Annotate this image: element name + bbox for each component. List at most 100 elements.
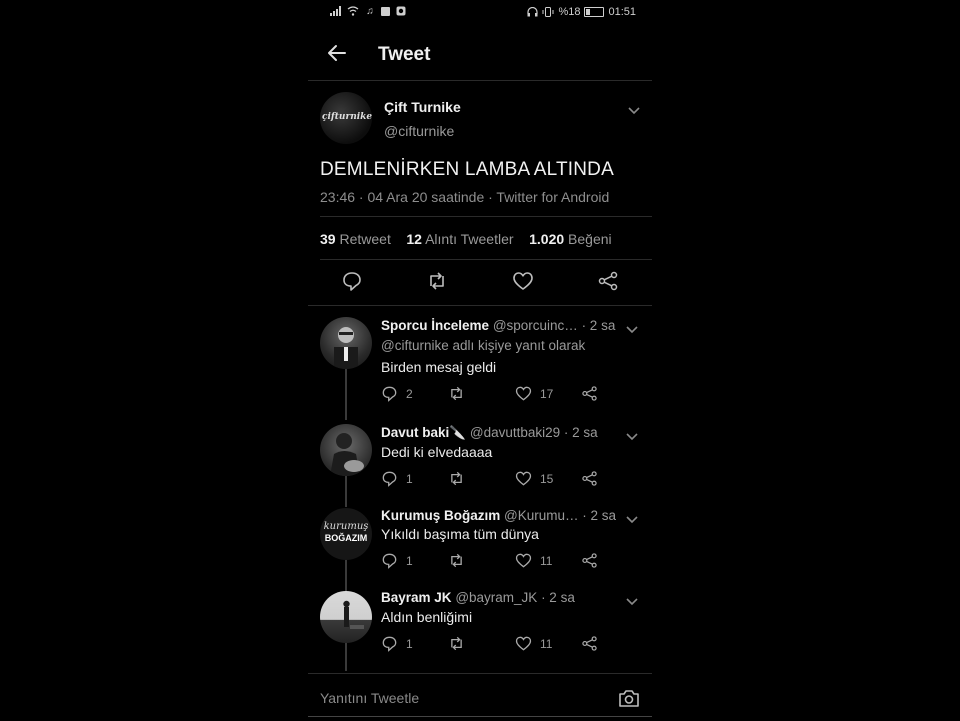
reply-author-handle[interactable]: @sporcuinc…: [493, 318, 578, 333]
reply-author-handle[interactable]: @bayram_JK: [455, 590, 537, 605]
reply-count: 2: [406, 386, 413, 401]
quote-count: 12: [406, 231, 422, 247]
share-button[interactable]: [581, 635, 598, 652]
reply-count: 1: [406, 553, 413, 568]
retweet-count: 39: [320, 231, 336, 247]
top-app-bar: Tweet: [308, 30, 652, 81]
chevron-down-icon[interactable]: [626, 428, 638, 441]
app-screen: ♫ %18 01:51 Tweet çifturnike Çift Turnik…: [308, 0, 652, 720]
chevron-down-icon[interactable]: [626, 593, 638, 606]
like-icon[interactable]: [512, 270, 534, 292]
vibrate-icon: [542, 6, 554, 18]
tweet-timestamp: 23:46 · 04 Ara 20 saatinde · Twitter for…: [320, 189, 610, 205]
chevron-down-icon[interactable]: [626, 321, 638, 334]
back-arrow-icon[interactable]: [326, 42, 348, 64]
reply-author-handle[interactable]: @Kurumu…: [504, 508, 578, 523]
reply-author-handle[interactable]: @davuttbaki29: [470, 425, 560, 440]
clock: 01:51: [608, 6, 636, 18]
reply-input[interactable]: Yanıtını Tweetle: [320, 690, 419, 706]
share-icon: [582, 471, 597, 486]
thread-connector: [345, 368, 347, 420]
reply-text: Birden mesaj geldi: [381, 359, 497, 375]
like-stat[interactable]: 1.020 Beğeni: [529, 231, 612, 247]
avatar-text-bottom: BOĞAZIM: [324, 533, 368, 543]
reply-header: Bayram JK @bayram_JK · 2 sa: [381, 590, 575, 605]
reply-icon: [382, 553, 397, 569]
battery-percent: %18: [558, 6, 581, 18]
reply-author-name[interactable]: Kurumuş Boğazım: [381, 508, 500, 523]
quote-label: Alıntı Tweetler: [425, 231, 514, 247]
reply-avatar[interactable]: [320, 424, 372, 476]
reply-button[interactable]: 1: [381, 552, 413, 569]
camera-icon[interactable]: [618, 688, 640, 708]
author-handle[interactable]: @cifturnike: [384, 123, 454, 139]
status-left-icons: ♫: [330, 6, 407, 17]
like-button[interactable]: 15: [515, 470, 553, 487]
like-button[interactable]: 17: [515, 385, 553, 402]
chevron-down-icon[interactable]: [626, 511, 638, 524]
thread-connector: [345, 643, 347, 671]
reply-header: Davut baki🔪 @davuttbaki29 · 2 sa: [381, 425, 598, 441]
share-button[interactable]: [581, 385, 598, 402]
share-icon: [582, 636, 597, 651]
reply-time: · 2 sa: [582, 508, 617, 523]
retweet-icon: [451, 471, 462, 486]
retweet-label: Retweet: [339, 231, 391, 247]
reply-time: · 2 sa: [581, 318, 616, 333]
reply-button[interactable]: 2: [381, 385, 413, 402]
tweet-stats: 39 Retweet 12 Alıntı Tweetler 1.020 Beğe…: [320, 231, 612, 247]
share-button[interactable]: [581, 552, 598, 569]
reply-avatar[interactable]: [320, 591, 372, 643]
retweet-button[interactable]: [448, 635, 465, 652]
reply-avatar[interactable]: kurumuş BOĞAZIM: [320, 508, 372, 560]
reply-count: 1: [406, 636, 413, 651]
reply-actions: 1 15: [381, 470, 641, 490]
status-right-icons: %18 01:51: [526, 6, 636, 18]
divider: [308, 305, 652, 306]
like-button[interactable]: 11: [515, 635, 552, 652]
like-count: 17: [540, 386, 554, 401]
like-button[interactable]: 11: [515, 552, 552, 569]
page-title: Tweet: [378, 44, 431, 65]
quote-stat[interactable]: 12 Alıntı Tweetler: [406, 231, 513, 247]
share-icon: [582, 553, 597, 568]
reply-time: · 2 sa: [541, 590, 575, 605]
reply-compose-bar: Yanıtını Tweetle: [308, 673, 652, 721]
reply-author-name[interactable]: Davut baki🔪: [381, 425, 466, 440]
like-count: 15: [540, 471, 554, 486]
retweet-icon: [451, 636, 462, 651]
reply-icon: [382, 636, 397, 652]
status-bar: ♫ %18 01:51: [308, 0, 652, 26]
chevron-down-icon[interactable]: [628, 102, 640, 115]
retweet-button[interactable]: [448, 385, 465, 402]
author-name[interactable]: Çift Turnike: [384, 99, 461, 115]
retweet-icon[interactable]: [426, 270, 448, 292]
avatar-text-top: kurumuş: [323, 521, 369, 532]
reply-context[interactable]: @cifturnike adlı kişiye yanıt olarak: [381, 338, 585, 353]
like-count: 11: [540, 636, 553, 651]
reply-button[interactable]: 1: [381, 635, 413, 652]
share-icon: [582, 386, 597, 401]
reply-button[interactable]: 1: [381, 470, 413, 487]
reply-icon: [382, 471, 397, 487]
notification-square-icon: [381, 7, 390, 16]
share-button[interactable]: [581, 470, 598, 487]
retweet-button[interactable]: [448, 552, 465, 569]
retweet-stat[interactable]: 39 Retweet: [320, 231, 391, 247]
retweet-icon: [451, 386, 462, 401]
reply-avatar[interactable]: [320, 317, 372, 369]
retweet-button[interactable]: [448, 470, 465, 487]
wifi-icon: [347, 6, 359, 17]
compose-underline: [308, 716, 652, 717]
reply-icon[interactable]: [341, 270, 363, 292]
app-notification-icon: [395, 6, 407, 17]
reply-author-name[interactable]: Bayram JK: [381, 590, 452, 605]
divider: [320, 259, 652, 260]
tweet-actions: [308, 270, 652, 296]
reply-author-name[interactable]: Sporcu İnceleme: [381, 318, 489, 333]
music-note-icon: ♫: [366, 6, 374, 17]
author-avatar[interactable]: çifturnike: [320, 92, 372, 144]
reply-text: Aldın benliğimi: [381, 609, 473, 625]
share-icon[interactable]: [597, 270, 619, 292]
reply-time: · 2 sa: [563, 425, 598, 440]
